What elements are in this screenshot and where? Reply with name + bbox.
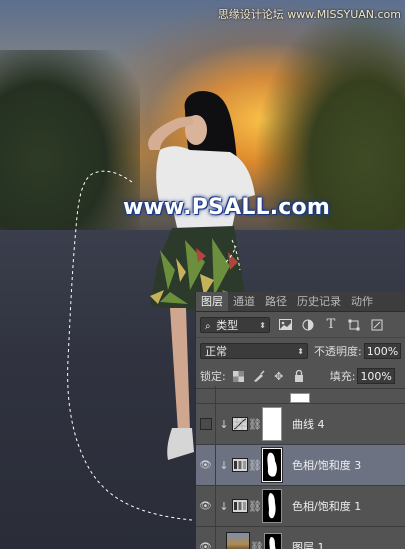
visibility-toggle[interactable] [196, 404, 216, 444]
eye-icon: 👁 [199, 459, 212, 471]
fill-label: 填充: [329, 370, 356, 383]
layer-mask-thumbnail[interactable] [290, 393, 310, 403]
layers-panel: 图层 通道 路径 历史记录 动作 ⌕ 类型 ⬍ T 正常 ⬍ 不透明度: 100 [195, 292, 405, 549]
site-watermark-center: www.PSALL.com [123, 195, 330, 220]
updown-arrow-icon: ⬍ [297, 347, 304, 356]
link-icon[interactable]: ⛓ [250, 541, 264, 549]
hue-saturation-adjustment-icon [232, 458, 248, 472]
layer-filter-select[interactable]: ⌕ 类型 ⬍ [200, 316, 270, 333]
tab-actions[interactable]: 动作 [346, 292, 378, 311]
layer-mask-thumbnail[interactable] [262, 407, 282, 441]
lock-label: 锁定: [200, 370, 226, 383]
layer-filter-row: ⌕ 类型 ⬍ T [196, 312, 405, 338]
layer-row-partial[interactable] [196, 386, 405, 404]
lock-all-icon[interactable] [292, 369, 306, 383]
tab-layers[interactable]: 图层 [196, 292, 228, 311]
smart-object-filter-icon[interactable] [369, 317, 385, 333]
layer-list: ↓ ⛓ 曲线 4 👁 ↓ ⛓ 色相/饱和度 3 👁 ↓ ⛓ 色相/饱和度 1 👁… [196, 386, 405, 549]
search-icon: ⌕ [205, 320, 211, 332]
opacity-input[interactable]: 100% [363, 343, 402, 359]
shape-filter-icon[interactable] [346, 317, 362, 333]
eye-icon: 👁 [199, 500, 212, 512]
clipping-arrow-icon: ↓ [219, 458, 229, 472]
layer-row-curves[interactable]: ↓ ⛓ 曲线 4 [196, 404, 405, 445]
layer-mask-thumbnail[interactable] [264, 533, 282, 549]
lock-position-icon[interactable]: ✥ [272, 369, 286, 383]
layer-name[interactable]: 曲线 4 [292, 416, 325, 432]
visibility-toggle[interactable] [196, 386, 216, 403]
clipping-arrow-icon: ↓ [219, 499, 229, 513]
link-icon[interactable]: ⛓ [248, 459, 262, 472]
fill-input[interactable]: 100% [357, 368, 395, 384]
visibility-off-box [199, 418, 212, 430]
tab-paths[interactable]: 路径 [260, 292, 292, 311]
tab-channels[interactable]: 通道 [228, 292, 260, 311]
layer-name[interactable]: 色相/饱和度 1 [292, 498, 361, 514]
clipping-arrow-icon: ↓ [219, 417, 229, 431]
curves-adjustment-icon [232, 417, 248, 431]
type-filter-icon[interactable]: T [323, 317, 339, 333]
blend-opacity-row: 正常 ⬍ 不透明度: 100% [196, 338, 405, 364]
opacity-label: 不透明度: [314, 345, 362, 358]
visibility-toggle[interactable]: 👁 [196, 486, 216, 526]
lock-image-pixels-icon[interactable] [252, 369, 266, 383]
panel-tab-bar: 图层 通道 路径 历史记录 动作 [196, 292, 405, 312]
blend-mode-value: 正常 [205, 345, 227, 358]
layer-name[interactable]: 色相/饱和度 3 [292, 457, 361, 473]
tab-history[interactable]: 历史记录 [292, 292, 346, 311]
lock-transparent-pixels-icon[interactable] [232, 369, 246, 383]
site-watermark-top: 思缘设计论坛 www.MISSYUAN.com [217, 8, 401, 21]
layer-row-hue-saturation-1[interactable]: 👁 ↓ ⛓ 色相/饱和度 1 [196, 486, 405, 527]
link-icon[interactable]: ⛓ [248, 500, 262, 513]
layer-row-layer-1[interactable]: 👁 ⛓ 图层 1 [196, 527, 405, 549]
layer-mask-thumbnail[interactable] [262, 448, 282, 482]
adjustment-filter-icon[interactable] [300, 317, 316, 333]
pixel-filter-icon[interactable] [277, 317, 293, 333]
eye-icon: 👁 [199, 541, 212, 549]
blend-mode-select[interactable]: 正常 ⬍ [200, 343, 308, 359]
visibility-toggle[interactable]: 👁 [196, 527, 216, 549]
layer-mask-thumbnail[interactable] [262, 489, 282, 523]
filter-select-value: 类型 [216, 318, 239, 332]
updown-arrow-icon: ⬍ [259, 320, 266, 330]
layer-row-hue-saturation-3[interactable]: 👁 ↓ ⛓ 色相/饱和度 3 [196, 445, 405, 486]
link-icon[interactable]: ⛓ [248, 418, 262, 431]
layer-name[interactable]: 图层 1 [292, 539, 325, 549]
layer-image-thumbnail[interactable] [226, 532, 250, 549]
hue-saturation-adjustment-icon [232, 499, 248, 513]
visibility-toggle[interactable]: 👁 [196, 445, 216, 485]
